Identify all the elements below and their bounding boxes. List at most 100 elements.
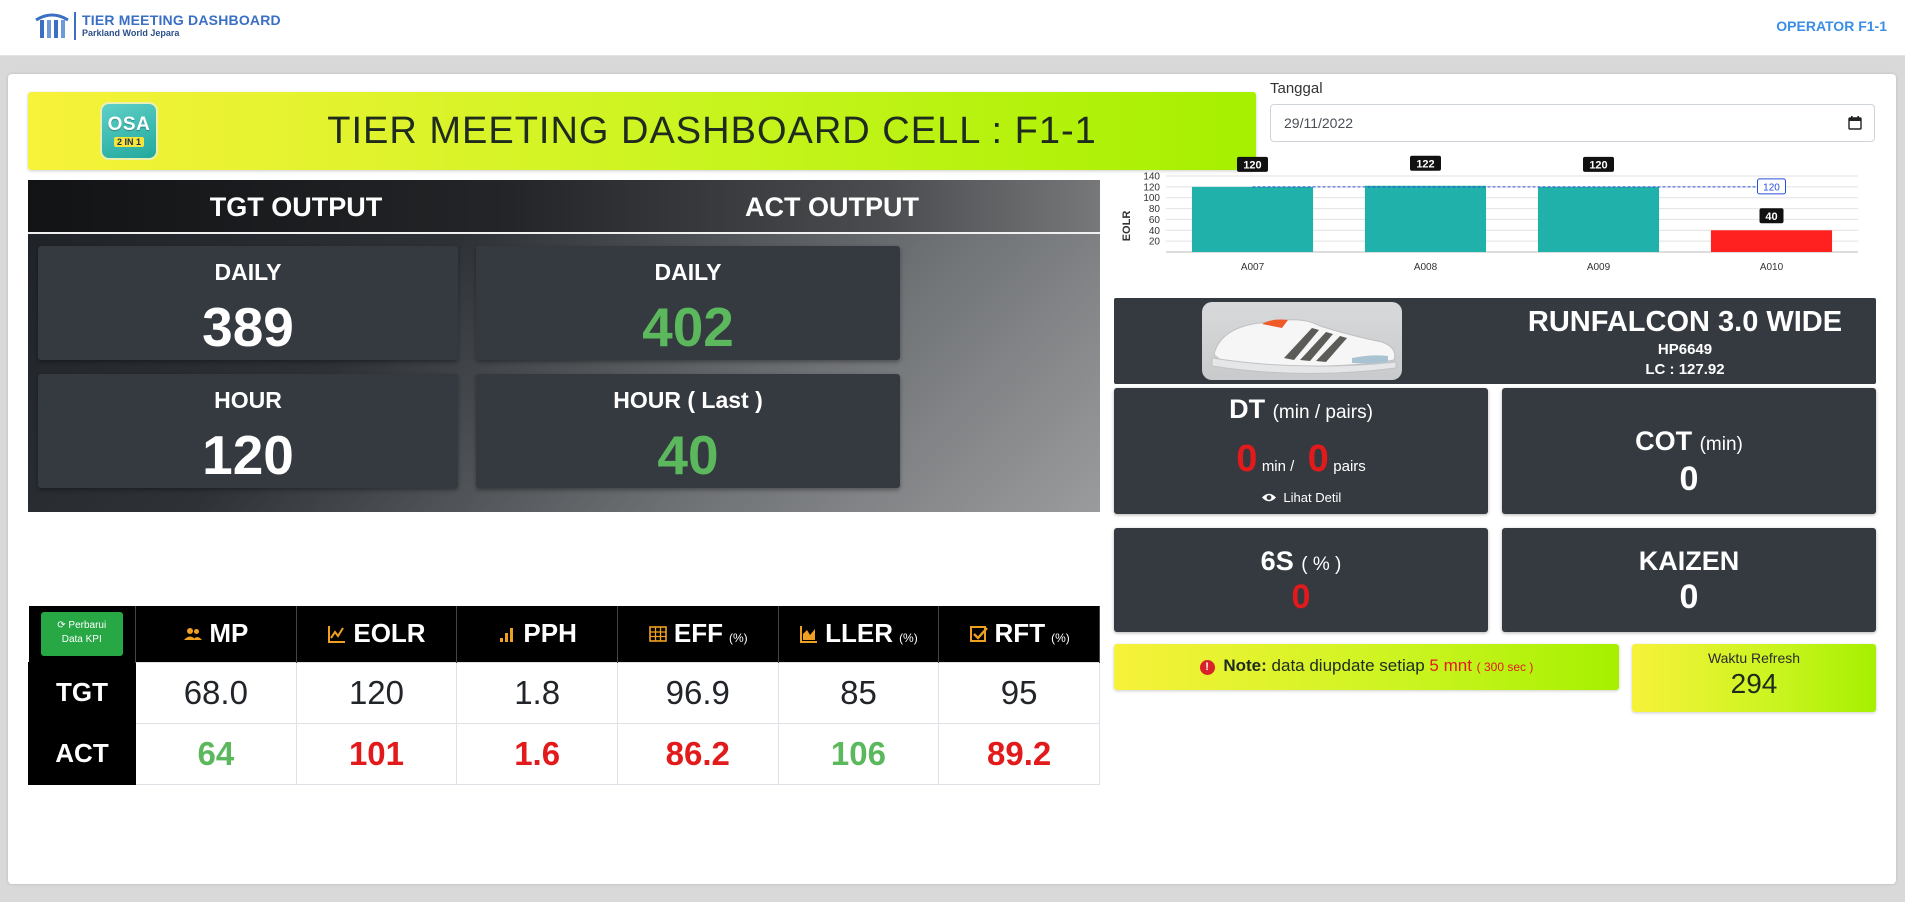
cot-box: COT (min) 0 — [1502, 388, 1876, 514]
brand[interactable]: TIER MEETING DASHBOARD Parkland World Je… — [34, 12, 281, 40]
dt-values: 0 min / 0 pairs — [1114, 438, 1488, 481]
kpi-cell: 89.2 — [938, 722, 1100, 785]
six-s-title-unit: ( % ) — [1301, 554, 1342, 575]
cot-title-text: COT — [1635, 426, 1693, 456]
date-input[interactable]: 29/11/2022 — [1270, 104, 1875, 142]
dt-title-text: DT — [1229, 394, 1266, 424]
tgt-hour-box: HOUR 120 — [38, 374, 458, 488]
users-icon — [184, 627, 203, 640]
cot-value: 0 — [1679, 460, 1699, 498]
chart-bar — [1537, 186, 1660, 252]
dt-min-unit: min / — [1261, 458, 1295, 475]
note-text: data diupdate setiap — [1271, 656, 1425, 675]
chart-ytick-label: 120 — [1143, 182, 1160, 193]
six-s-value: 0 — [1291, 578, 1311, 616]
tgt-daily-box: DAILY 389 — [38, 246, 458, 360]
kpi-cell: 64 — [135, 722, 297, 785]
date-value: 29/11/2022 — [1284, 115, 1354, 131]
chart-xtick-label: A008 — [1414, 262, 1438, 273]
refresh-timer-label: Waktu Refresh — [1707, 650, 1801, 666]
chart-ytick-label: 20 — [1149, 237, 1161, 248]
chart-ytick-label: 40 — [1149, 226, 1161, 237]
note-seconds: ( 300 sec ) — [1476, 660, 1534, 674]
kpi-cell: 85 — [777, 661, 940, 724]
act-hour-box: HOUR ( Last ) 40 — [476, 374, 900, 488]
dt-title-unit: (min / pairs) — [1272, 402, 1373, 423]
product-name: RUNFALCON 3.0 WIDE — [1527, 306, 1843, 338]
kpi-col-ller: LLER (%) — [778, 606, 940, 662]
kpi-cell: 96.9 — [616, 661, 779, 724]
kpi-col-rft-label: RFT — [994, 618, 1046, 649]
six-s-box: 6S ( % ) 0 — [1114, 528, 1488, 632]
chart-xtick-label: A010 — [1760, 262, 1784, 273]
kpi-col-ller-unit: (%) — [899, 630, 918, 645]
top-navbar: TIER MEETING DASHBOARD Parkland World Je… — [0, 0, 1905, 56]
kpi-header-row: ⟳ Perbarui Data KPI MP EOLR PPH EFF (%) … — [28, 606, 1100, 662]
chart-ylabel: EOLR — [1121, 211, 1133, 242]
view-detail-link[interactable]: Lihat Detil — [1114, 490, 1488, 505]
osa-logo-subtext: 2 IN 1 — [113, 137, 144, 147]
dt-title: DT (min / pairs) — [1114, 394, 1488, 425]
tgt-hour-value: 120 — [202, 424, 294, 486]
act-hour-label: HOUR ( Last ) — [613, 387, 763, 413]
product-panel: RUNFALCON 3.0 WIDE HP6649 LC : 127.92 — [1114, 298, 1876, 384]
kpi-col-mp-label: MP — [209, 618, 249, 649]
kpi-col-eff-label: EFF — [673, 618, 724, 649]
kpi-cell: 106 — [777, 722, 940, 785]
note-interval: 5 mnt — [1429, 656, 1472, 675]
cot-title: COT (min) — [1502, 426, 1876, 457]
kpi-col-eolr: EOLR — [296, 606, 458, 662]
kpi-cell: 120 — [295, 661, 458, 724]
kaizen-title: KAIZEN — [1638, 546, 1740, 576]
dt-box: DT (min / pairs) 0 min / 0 pairs Lihat D… — [1114, 388, 1488, 514]
cot-title-unit: (min) — [1699, 434, 1743, 455]
kpi-col-rft: RFT (%) — [938, 606, 1100, 662]
kpi-row-tgt: TGT 68.0 120 1.8 96.9 85 95 — [28, 661, 1100, 724]
osa-logo-text: OSA — [107, 114, 151, 135]
check-square-icon — [969, 625, 988, 642]
refresh-kpi-button[interactable]: ⟳ Perbarui Data KPI — [40, 611, 123, 656]
page-title: TIER MEETING DASHBOARD CELL : F1-1 — [327, 110, 1097, 152]
view-detail-label: Lihat Detil — [1283, 490, 1342, 505]
brand-subtitle: Parkland World Jepara — [82, 28, 180, 38]
eye-icon — [1261, 493, 1276, 502]
kaizen-box: KAIZEN 0 — [1502, 528, 1876, 632]
signal-icon — [500, 627, 514, 642]
product-lc: LC : 127.92 — [1645, 361, 1725, 378]
kpi-col-eff-unit: (%) — [729, 630, 748, 645]
tgt-daily-value: 389 — [202, 296, 294, 358]
refresh-kpi-label-1: Perbarui — [68, 619, 107, 631]
kpi-table: ⟳ Perbarui Data KPI MP EOLR PPH EFF (%) … — [28, 606, 1100, 785]
dt-min-value: 0 — [1236, 438, 1258, 480]
act-daily-box: DAILY 402 — [476, 246, 900, 360]
kpi-cell: 86.2 — [616, 722, 779, 785]
kpi-col-mp: MP — [135, 606, 297, 662]
date-label: Tanggal — [1270, 80, 1323, 97]
refresh-timer-box: Waktu Refresh 294 — [1632, 644, 1876, 712]
act-daily-value: 402 — [642, 296, 734, 358]
chart-data-label: 122 — [1416, 158, 1434, 170]
operator-menu[interactable]: OPERATOR F1-1 — [1776, 18, 1887, 34]
chart-xtick-label: A007 — [1241, 262, 1265, 273]
refresh-kpi-label-2: Data KPI — [61, 633, 102, 645]
note-label: Note: — [1223, 656, 1267, 675]
chart-data-label: 120 — [1589, 159, 1607, 171]
main-card: OSA 2 IN 1 TIER MEETING DASHBOARD CELL :… — [8, 74, 1896, 884]
chart-bar — [1710, 230, 1833, 252]
brand-logo-icon — [35, 13, 69, 38]
refresh-timer-value: 294 — [1730, 668, 1778, 699]
refresh-icon: ⟳ — [57, 619, 66, 631]
update-note: ! Note: data diupdate setiap 5 mnt ( 300… — [1114, 644, 1619, 690]
kpi-col-ller-label: LLER — [825, 618, 894, 649]
dt-pairs-value: 0 — [1307, 438, 1329, 480]
chart-bar — [1191, 186, 1314, 252]
chart-xtick-label: A009 — [1587, 262, 1611, 273]
tgt-daily-label: DAILY — [214, 259, 282, 285]
tgt-hour-label: HOUR — [214, 387, 282, 413]
kpi-row-label: ACT — [28, 722, 136, 785]
chart-bar — [1364, 185, 1487, 252]
kpi-cell: 101 — [295, 722, 458, 785]
kpi-corner-cell: ⟳ Perbarui Data KPI — [28, 606, 136, 662]
act-hour-value: 40 — [657, 424, 719, 486]
calendar-icon[interactable] — [1848, 116, 1862, 130]
